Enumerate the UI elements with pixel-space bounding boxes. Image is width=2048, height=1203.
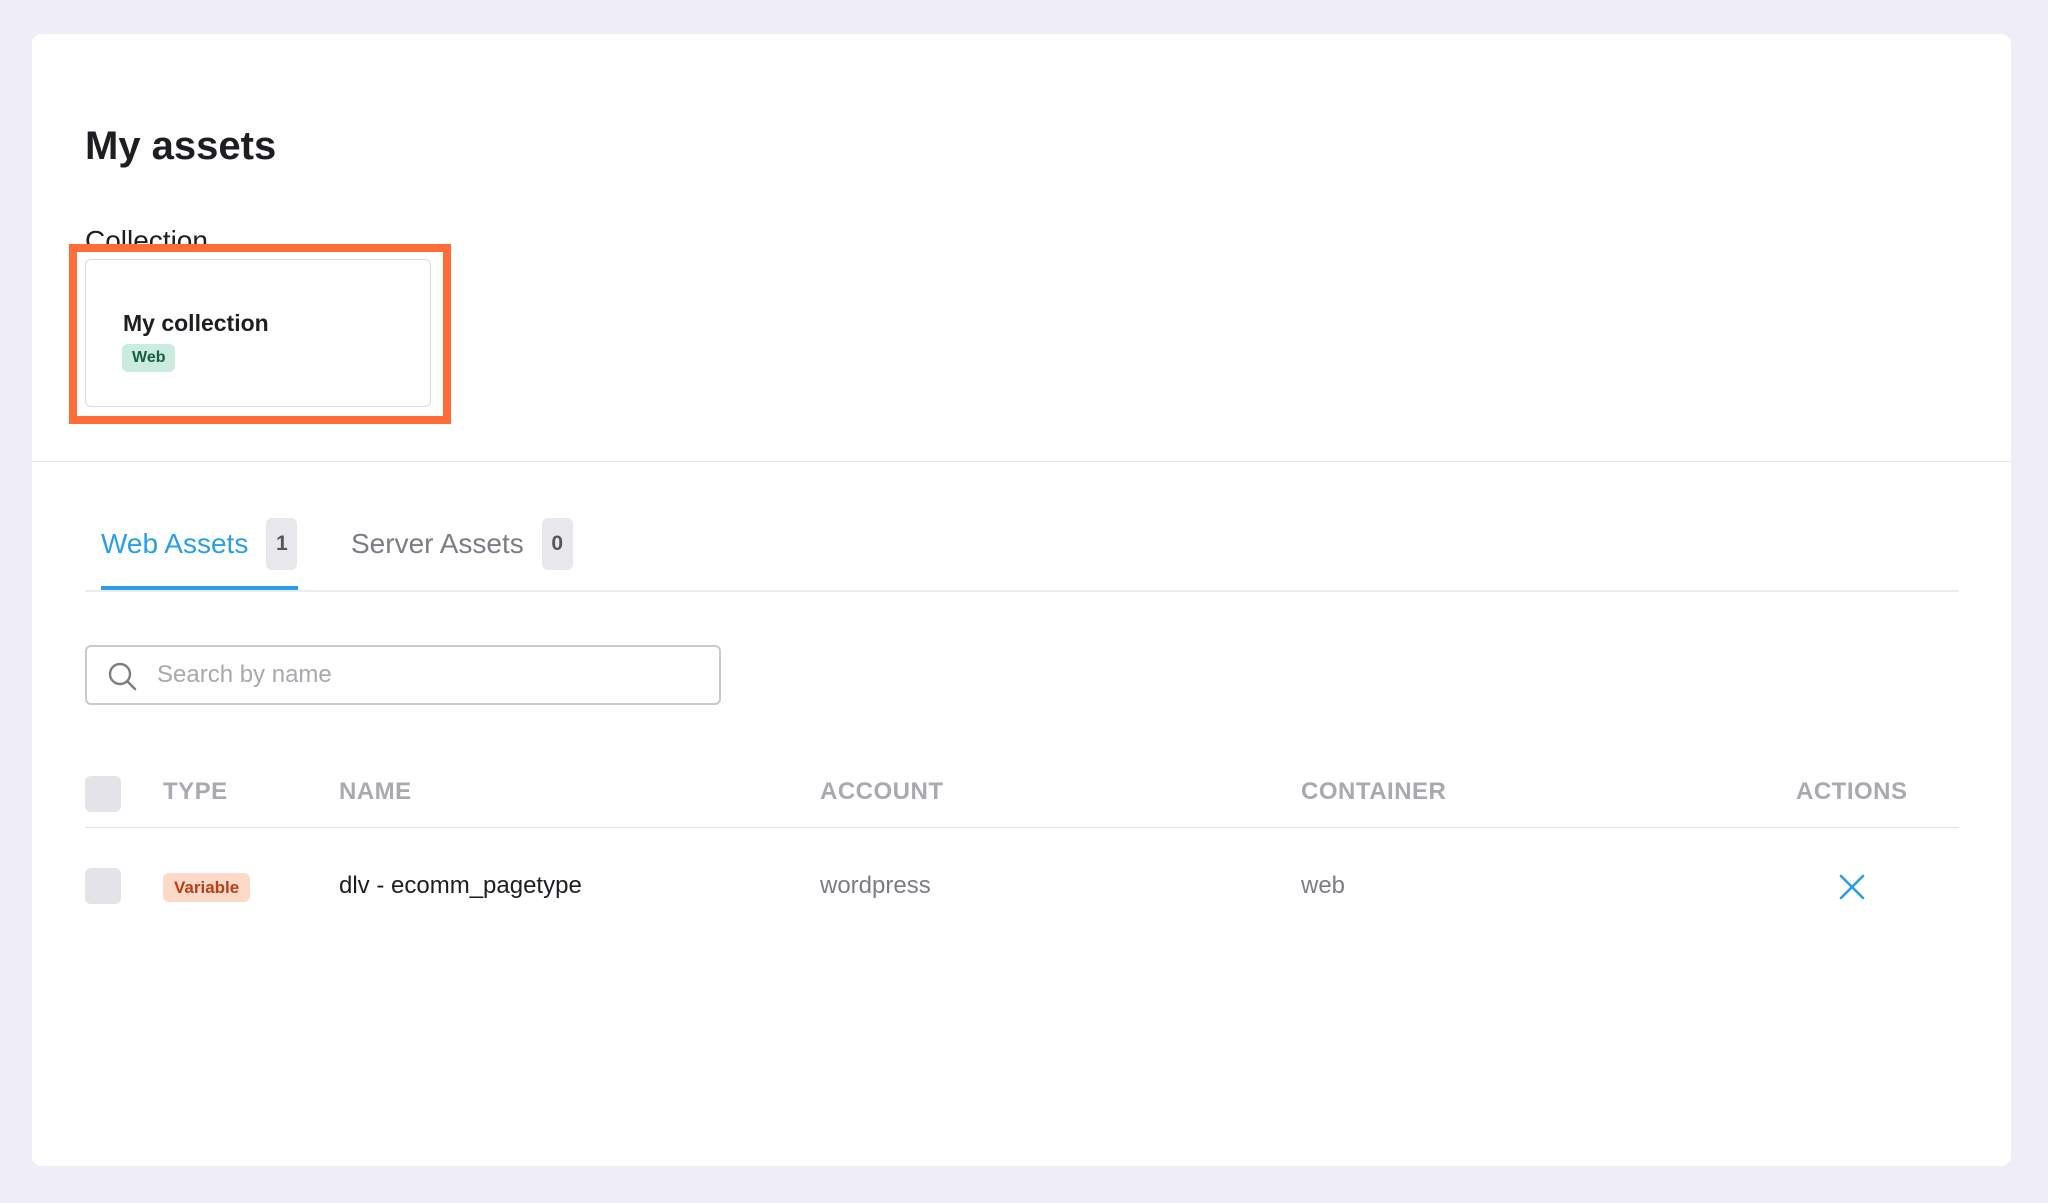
search-icon bbox=[108, 662, 137, 691]
table-header-divider bbox=[85, 827, 1959, 828]
asset-container: web bbox=[1301, 872, 1346, 899]
column-header-account[interactable]: ACCOUNT bbox=[820, 777, 944, 807]
collection-type-badge: Web bbox=[122, 344, 176, 372]
tabs-divider bbox=[85, 590, 1959, 592]
close-icon[interactable] bbox=[1837, 872, 1867, 902]
select-all-checkbox[interactable] bbox=[85, 776, 121, 812]
collection-card[interactable]: My collection Web bbox=[85, 259, 431, 407]
collection-name: My collection bbox=[123, 310, 269, 336]
column-header-name[interactable]: NAME bbox=[339, 777, 412, 807]
column-header-container[interactable]: CONTAINER bbox=[1301, 777, 1446, 807]
column-header-actions: ACTIONS bbox=[1796, 778, 1908, 805]
row-checkbox[interactable] bbox=[85, 868, 121, 904]
search-box bbox=[85, 645, 721, 705]
tab-label: Web Assets bbox=[101, 528, 249, 559]
tab-server-assets[interactable]: Server Assets 0 bbox=[351, 516, 573, 572]
tab-count-badge: 0 bbox=[541, 518, 573, 570]
asset-account: wordpress bbox=[820, 872, 931, 899]
search-input[interactable] bbox=[157, 655, 697, 695]
asset-name: dlv - ecomm_pagetype bbox=[339, 872, 582, 899]
tab-count-badge: 1 bbox=[266, 518, 298, 570]
section-divider bbox=[32, 461, 2011, 462]
tab-label: Server Assets bbox=[351, 528, 524, 559]
column-header-type[interactable]: TYPE bbox=[163, 777, 228, 807]
type-badge: Variable bbox=[163, 873, 251, 902]
assets-panel: My assets Collection My collection Web W… bbox=[32, 34, 2011, 1166]
tab-web-assets[interactable]: Web Assets 1 bbox=[101, 516, 298, 572]
page-title: My assets bbox=[85, 124, 277, 168]
